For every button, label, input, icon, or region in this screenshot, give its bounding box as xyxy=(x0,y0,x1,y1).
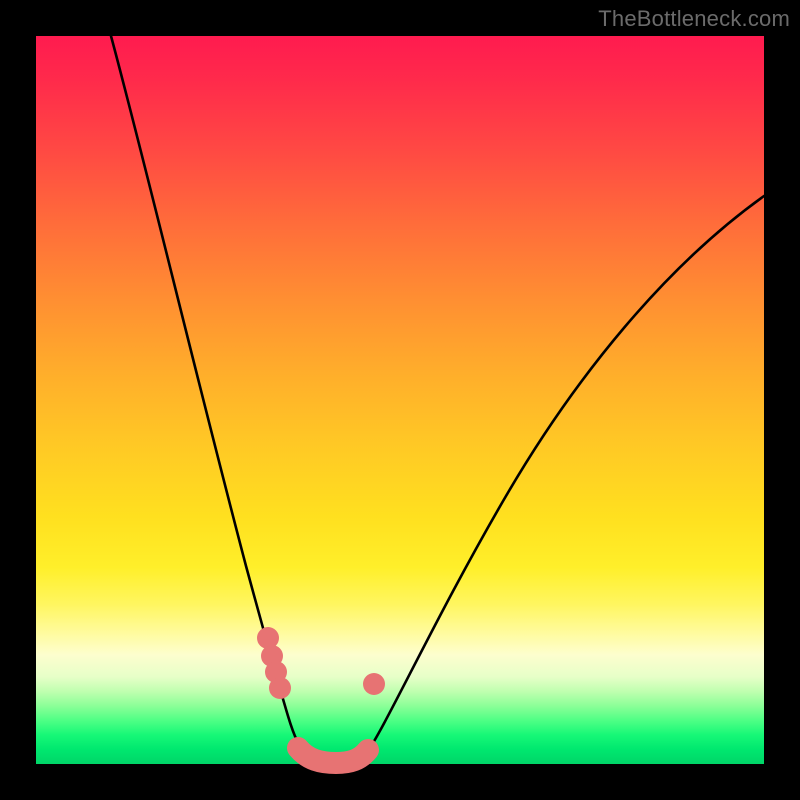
curve-layer xyxy=(36,36,764,764)
marker-dot xyxy=(363,673,385,695)
valley-floor-marker xyxy=(298,748,368,763)
marker-dot xyxy=(269,677,291,699)
watermark-text: TheBottleneck.com xyxy=(598,6,790,32)
right-branch-curve xyxy=(366,196,764,754)
plot-area xyxy=(36,36,764,764)
chart-frame: TheBottleneck.com xyxy=(0,0,800,800)
